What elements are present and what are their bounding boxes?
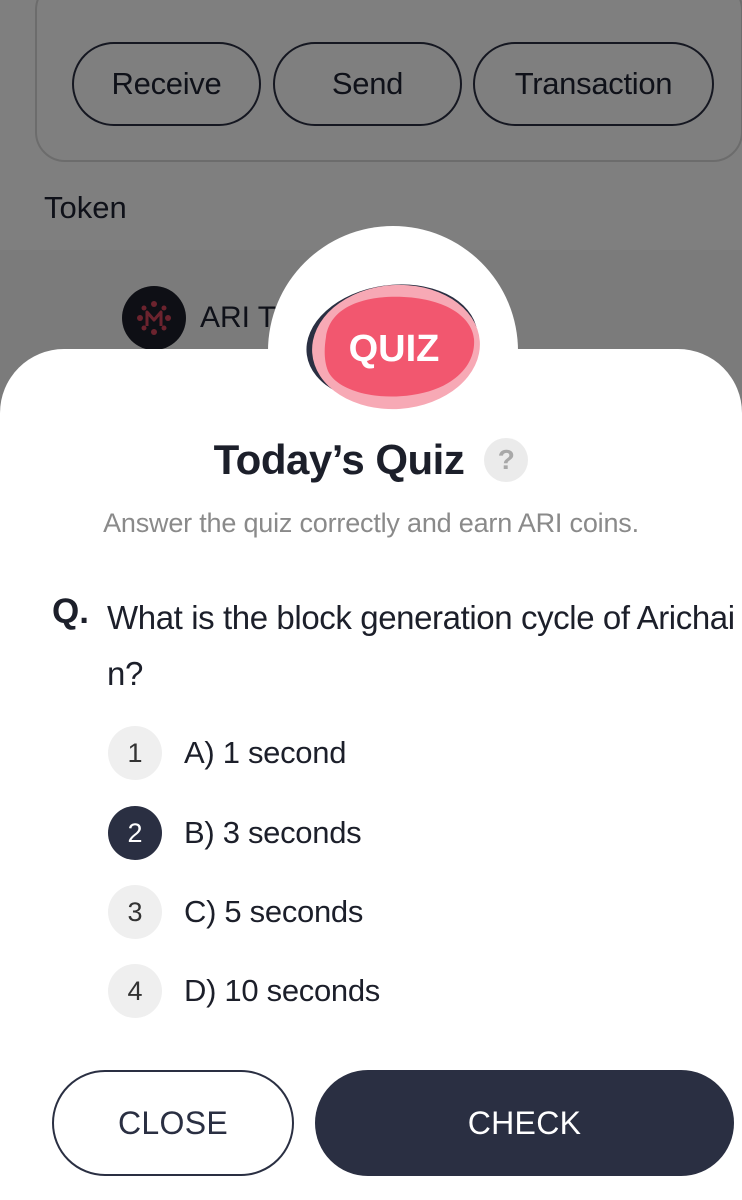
question-text: What is the block generation cycle of Ar… [107,599,735,692]
quiz-title: Today’s Quiz [213,436,465,483]
close-button[interactable]: CLOSE [52,1070,294,1176]
help-icon[interactable]: ? [484,438,529,482]
question-prefix: Q. [52,592,89,631]
option-label: D) 10 seconds [184,973,380,1008]
quiz-subtitle: Answer the quiz correctly and earn ARI c… [103,508,639,538]
option-label: B) 3 seconds [184,815,362,850]
app-screen: Receive Send Transaction Token ARI T [0,0,742,1200]
option-3[interactable]: 3 C) 5 seconds [108,885,363,939]
quiz-badge-icon: QUIZ [306,284,480,410]
option-1[interactable]: 1 A) 1 second [108,726,346,780]
option-number-badge: 1 [108,726,162,780]
option-label: A) 1 second [184,735,347,770]
option-number-badge-selected: 2 [108,806,162,860]
quiz-badge-text: QUIZ [349,328,440,370]
option-label: C) 5 seconds [184,894,364,929]
option-2[interactable]: 2 B) 3 seconds [108,806,362,860]
quiz-title-row: Today’s Quiz ? [0,430,742,490]
check-button[interactable]: CHECK [315,1070,734,1176]
option-number-badge: 3 [108,885,162,939]
option-number-badge: 4 [108,964,162,1018]
option-4[interactable]: 4 D) 10 seconds [108,964,380,1018]
